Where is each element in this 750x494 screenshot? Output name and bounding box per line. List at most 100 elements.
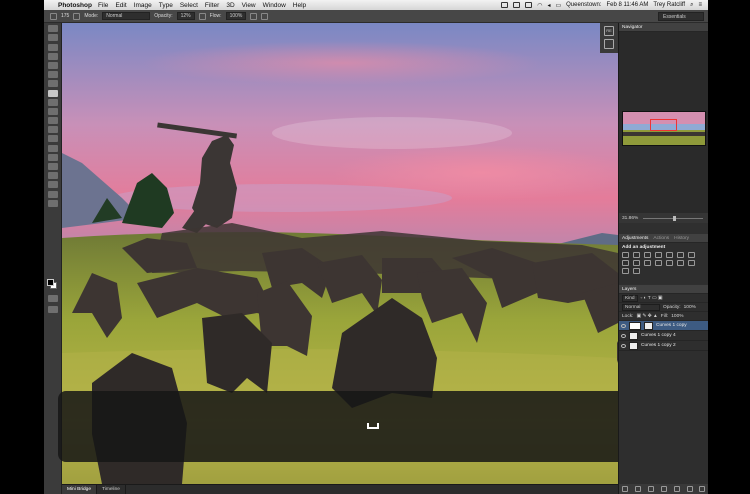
menu-edit[interactable]: Edit [115, 2, 126, 9]
dodge-tool-icon[interactable] [47, 144, 58, 152]
app-menu[interactable]: Photoshop [58, 2, 92, 9]
tab-mini-bridge[interactable]: Mini Bridge [62, 484, 97, 494]
tab-history[interactable]: History [674, 236, 689, 241]
battery-icon[interactable]: ▭ [555, 2, 561, 9]
clock-time[interactable]: Feb 8 11:46 AM [607, 2, 649, 8]
layer-row[interactable]: Curves 1 copy 2 [619, 341, 708, 351]
menu-type[interactable]: Type [159, 2, 173, 9]
shape-tool-icon[interactable] [47, 181, 58, 189]
healing-tool-icon[interactable] [47, 80, 58, 88]
crop-tool-icon[interactable] [47, 61, 58, 69]
black-white-icon[interactable] [622, 260, 629, 266]
zoom-slider[interactable] [643, 215, 704, 221]
vibrance-icon[interactable] [666, 252, 673, 258]
menu-window[interactable]: Window [263, 2, 286, 9]
tab-layers[interactable]: Layers [622, 287, 636, 292]
tab-navigator[interactable]: Navigator [622, 25, 643, 30]
brush-tool-icon[interactable] [47, 89, 58, 97]
path-select-tool-icon[interactable] [47, 172, 58, 180]
clone-stamp-tool-icon[interactable] [47, 98, 58, 106]
new-layer-icon[interactable] [686, 486, 693, 492]
zoom-value[interactable]: 31.86% [622, 216, 638, 221]
layer-name[interactable]: Curves 1 copy 4 [641, 333, 676, 338]
quick-select-tool-icon[interactable] [47, 52, 58, 60]
layer-mask-thumbnail[interactable] [629, 341, 638, 350]
layer-name[interactable]: Curves 1 copy [656, 323, 687, 328]
foreground-color[interactable] [47, 279, 54, 286]
panel-icon[interactable]: RE [604, 26, 614, 36]
move-tool-icon[interactable] [47, 25, 58, 33]
layer-row[interactable]: Curves 1 copy 4 [619, 331, 708, 341]
view-rectangle[interactable] [650, 119, 677, 131]
menu-help[interactable]: Help [293, 2, 306, 9]
lock-icons[interactable]: ▣ ✎ ✥ ▲ [636, 314, 657, 319]
user-name[interactable]: Trey Ratcliff [653, 2, 685, 8]
marquee-tool-icon[interactable] [47, 34, 58, 42]
airbrush-icon[interactable] [250, 12, 258, 20]
channel-mixer-icon[interactable] [644, 260, 651, 266]
gradient-tool-icon[interactable] [47, 126, 58, 134]
lasso-tool-icon[interactable] [47, 43, 58, 51]
navigator-thumbnail[interactable] [622, 111, 706, 146]
color-swatches[interactable] [47, 279, 57, 289]
type-tool-icon[interactable] [47, 163, 58, 170]
status-icon[interactable] [513, 2, 521, 8]
pressure-opacity-icon[interactable] [198, 12, 206, 20]
status-icon[interactable] [525, 2, 533, 8]
tab-adjustments[interactable]: Adjustments [622, 236, 648, 241]
fill-value[interactable]: 100% [671, 314, 683, 319]
layer-style-icon[interactable] [635, 486, 642, 492]
tab-actions[interactable]: Actions [653, 236, 669, 241]
curves-icon[interactable] [644, 252, 651, 258]
hue-saturation-icon[interactable] [677, 252, 684, 258]
flow-field[interactable]: 100% [225, 12, 247, 20]
layer-mask-thumbnail[interactable] [629, 331, 638, 340]
brush-panel-icon[interactable] [73, 12, 81, 20]
menu-filter[interactable]: Filter [205, 2, 219, 9]
add-mask-icon[interactable] [648, 486, 655, 492]
menu-select[interactable]: Select [180, 2, 198, 9]
photo-filter-icon[interactable] [633, 260, 640, 266]
menu-view[interactable]: View [242, 2, 256, 9]
zoom-tool-icon[interactable] [47, 199, 58, 207]
status-icon[interactable] [501, 2, 509, 8]
invert-icon[interactable] [666, 260, 673, 266]
link-layers-icon[interactable] [622, 486, 629, 492]
menu-image[interactable]: Image [134, 2, 152, 9]
visibility-eye-icon[interactable] [621, 333, 626, 338]
opacity-field[interactable]: 12% [176, 12, 195, 20]
exposure-icon[interactable] [655, 252, 662, 258]
tab-timeline[interactable]: Timeline [97, 484, 126, 494]
workspace-select[interactable]: Essentials [658, 12, 704, 21]
levels-icon[interactable] [633, 252, 640, 258]
brush-size[interactable]: 175 [61, 13, 69, 19]
brightness-icon[interactable] [622, 252, 629, 258]
list-icon[interactable]: ≡ [698, 2, 702, 8]
blur-tool-icon[interactable] [47, 135, 58, 143]
mode-select[interactable]: Normal [102, 12, 151, 20]
spotlight-icon[interactable]: ⌕ [690, 2, 693, 9]
quick-mask-icon[interactable] [48, 295, 58, 302]
layer-mask-thumbnail[interactable] [644, 321, 653, 330]
opacity-value[interactable]: 100% [684, 305, 696, 310]
pressure-size-icon[interactable] [261, 12, 269, 20]
filter-icons[interactable]: ▫ ◐ T ▭ ▣ [641, 296, 663, 301]
pen-tool-icon[interactable] [47, 153, 58, 161]
visibility-eye-icon[interactable] [621, 343, 626, 348]
layer-name[interactable]: Curves 1 copy 2 [641, 343, 676, 348]
posterize-icon[interactable] [677, 260, 684, 266]
delete-layer-icon[interactable] [699, 486, 706, 492]
hand-tool-icon[interactable] [47, 190, 58, 198]
volume-icon[interactable]: ◂ [547, 2, 550, 9]
menu-3d[interactable]: 3D [226, 2, 234, 9]
menu-file[interactable]: File [98, 2, 108, 9]
brush-tool-preset-icon[interactable] [50, 12, 57, 20]
panel-icon[interactable] [604, 39, 614, 49]
new-group-icon[interactable] [673, 486, 680, 492]
color-balance-icon[interactable] [688, 252, 695, 258]
visibility-eye-icon[interactable] [621, 323, 626, 328]
new-adjustment-icon[interactable] [660, 486, 667, 492]
selective-color-icon[interactable] [633, 268, 640, 274]
clock-city[interactable]: Queenstown: [566, 2, 601, 8]
eyedropper-tool-icon[interactable] [47, 71, 58, 79]
